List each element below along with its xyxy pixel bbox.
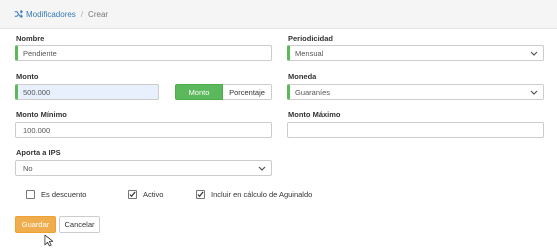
nombre-label: Nombre xyxy=(16,34,45,43)
breadcrumb-current: Crear xyxy=(88,9,109,19)
monto-label: Monto xyxy=(16,72,39,81)
checkmark-icon xyxy=(129,191,136,198)
checkbox-box[interactable] xyxy=(26,190,35,199)
breadcrumb-separator: / xyxy=(80,9,84,19)
shuffle-icon xyxy=(14,10,23,18)
chevron-down-icon xyxy=(530,51,538,56)
activo-checkbox[interactable]: Activo xyxy=(128,190,163,199)
aguinaldo-checkbox[interactable]: Incluir en cálculo de Aguinaldo xyxy=(196,190,312,199)
moneda-label: Moneda xyxy=(288,72,317,81)
monto-minimo-input[interactable]: 100.000 xyxy=(15,122,272,138)
nombre-value: Pendiente xyxy=(23,48,57,58)
checkbox-box-checked[interactable] xyxy=(196,190,205,199)
monto-input[interactable]: 500.000 xyxy=(15,84,159,100)
aporta-ips-select[interactable]: No xyxy=(15,160,272,176)
toggle-monto-button[interactable]: Monto xyxy=(175,84,223,100)
nombre-input[interactable]: Pendiente xyxy=(15,45,272,61)
toggle-porcentaje-button[interactable]: Porcentaje xyxy=(223,84,272,100)
monto-value: 500.000 xyxy=(23,87,51,97)
breadcrumb: Modificadores / Crear xyxy=(0,0,557,29)
aporta-ips-label: Aporta a IPS xyxy=(16,148,61,157)
periodicidad-label: Periodicidad xyxy=(288,34,334,43)
monto-minimo-value: 100.000 xyxy=(23,125,51,135)
aporta-ips-value: No xyxy=(23,163,33,173)
cancel-button[interactable]: Cancelar xyxy=(59,216,100,233)
checkmark-icon xyxy=(197,191,204,198)
breadcrumb-section-label[interactable]: Modificadores xyxy=(26,10,76,19)
activo-label: Activo xyxy=(143,190,164,199)
monto-maximo-label: Monto Máximo xyxy=(288,110,341,119)
mouse-cursor-icon xyxy=(44,234,53,247)
es-descuento-checkbox[interactable]: Es descuento xyxy=(26,190,86,199)
periodicidad-select[interactable]: Mensual xyxy=(287,45,544,61)
monto-maximo-input[interactable] xyxy=(287,122,544,138)
periodicidad-value: Mensual xyxy=(295,48,324,58)
moneda-select[interactable]: Guaraníes xyxy=(287,84,544,100)
aguinaldo-label: Incluir en cálculo de Aguinaldo xyxy=(211,190,313,199)
es-descuento-label: Es descuento xyxy=(41,190,87,199)
breadcrumb-link-modificadores[interactable]: Modificadores xyxy=(14,10,76,19)
chevron-down-icon xyxy=(258,166,266,171)
moneda-value: Guaraníes xyxy=(295,87,331,97)
save-button[interactable]: Guardar xyxy=(15,216,56,233)
checkbox-box-checked[interactable] xyxy=(128,190,137,199)
monto-minimo-label: Monto Mínimo xyxy=(16,110,67,119)
chevron-down-icon xyxy=(530,90,538,95)
